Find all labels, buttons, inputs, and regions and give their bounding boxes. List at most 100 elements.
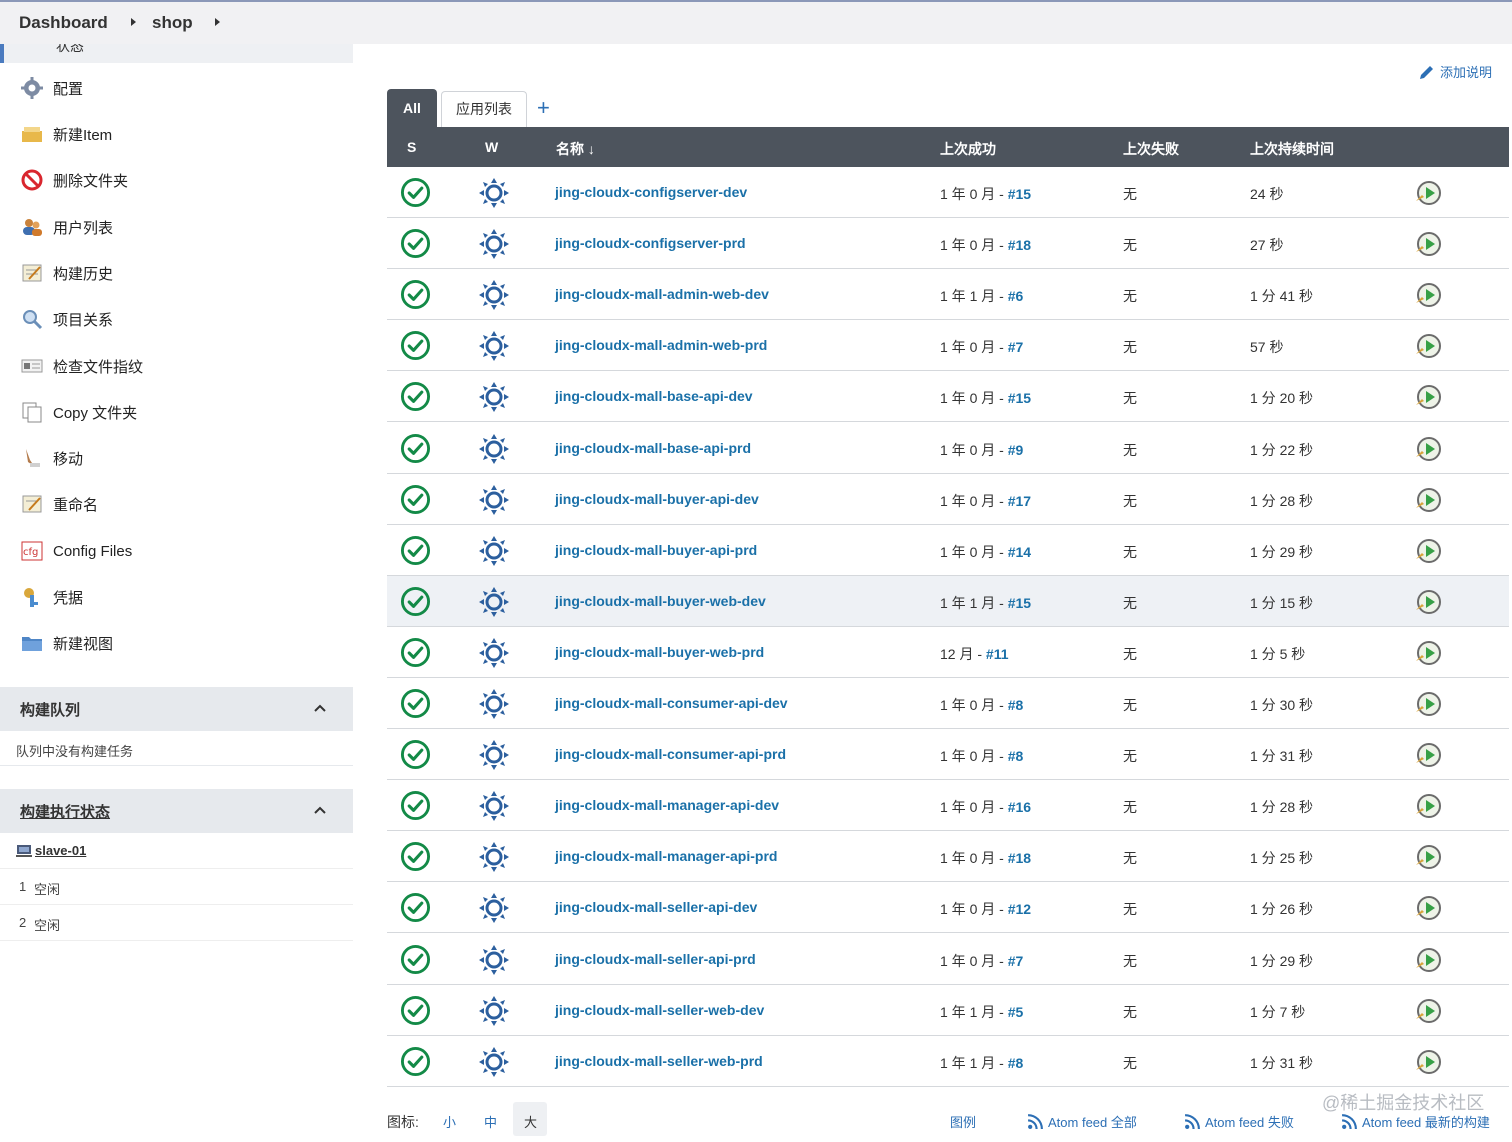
success-status-icon[interactable] bbox=[400, 177, 431, 208]
tab-app-list[interactable]: 应用列表 bbox=[441, 91, 527, 127]
success-status-icon[interactable] bbox=[400, 892, 431, 923]
icon-size-medium[interactable]: 中 bbox=[484, 1112, 497, 1131]
add-description-link[interactable]: 添加说明 bbox=[1418, 62, 1492, 81]
build-number-link[interactable]: #15 bbox=[1008, 186, 1031, 202]
success-status-icon[interactable] bbox=[400, 739, 431, 770]
schedule-build-icon[interactable] bbox=[1414, 435, 1442, 463]
job-name-link[interactable]: jing-cloudx-mall-buyer-api-dev bbox=[555, 491, 759, 507]
chevron-up-icon[interactable] bbox=[313, 803, 327, 817]
sunny-weather-icon[interactable] bbox=[479, 791, 509, 822]
job-name-link[interactable]: jing-cloudx-mall-admin-web-prd bbox=[555, 337, 767, 353]
job-name-link[interactable]: jing-cloudx-mall-buyer-web-prd bbox=[555, 644, 764, 660]
sunny-weather-icon[interactable] bbox=[479, 178, 509, 208]
success-status-icon[interactable] bbox=[400, 1046, 431, 1077]
sunny-weather-icon[interactable] bbox=[479, 433, 509, 464]
tab-all[interactable]: All bbox=[387, 89, 437, 127]
success-status-icon[interactable] bbox=[400, 841, 431, 872]
schedule-build-icon[interactable] bbox=[1414, 383, 1442, 411]
sidebar-item[interactable]: 新建视图 bbox=[0, 623, 353, 663]
executor-node[interactable]: slave-01 bbox=[0, 833, 353, 869]
build-number-link[interactable]: #15 bbox=[1008, 595, 1031, 611]
success-status-icon[interactable] bbox=[400, 790, 431, 821]
legend-link[interactable]: 图例 bbox=[950, 1112, 976, 1131]
sunny-weather-icon[interactable] bbox=[479, 484, 509, 515]
job-name-link[interactable]: jing-cloudx-mall-base-api-dev bbox=[555, 388, 753, 404]
executors-title[interactable]: 构建执行状态 bbox=[20, 801, 110, 822]
column-last-success[interactable]: 上次成功 bbox=[940, 139, 996, 159]
success-status-icon[interactable] bbox=[400, 330, 431, 361]
column-last-failure[interactable]: 上次失败 bbox=[1123, 139, 1179, 159]
column-last-duration[interactable]: 上次持续时间 bbox=[1250, 139, 1334, 159]
sunny-weather-icon[interactable] bbox=[479, 893, 509, 924]
sunny-weather-icon[interactable] bbox=[479, 637, 509, 668]
success-status-icon[interactable] bbox=[400, 228, 431, 259]
job-name-link[interactable]: jing-cloudx-mall-consumer-api-prd bbox=[555, 746, 786, 762]
sunny-weather-icon[interactable] bbox=[479, 740, 509, 771]
schedule-build-icon[interactable] bbox=[1414, 281, 1442, 309]
job-name-link[interactable]: jing-cloudx-mall-manager-api-prd bbox=[555, 848, 777, 864]
schedule-build-icon[interactable] bbox=[1414, 639, 1442, 667]
job-name-link[interactable]: jing-cloudx-mall-seller-web-prd bbox=[555, 1053, 763, 1069]
sunny-weather-icon[interactable] bbox=[479, 944, 509, 975]
job-name-link[interactable]: jing-cloudx-mall-consumer-api-dev bbox=[555, 695, 788, 711]
build-number-link[interactable]: #16 bbox=[1008, 799, 1031, 815]
sidebar-item[interactable]: cfg Config Files bbox=[0, 531, 353, 571]
build-number-link[interactable]: #5 bbox=[1008, 1004, 1024, 1020]
job-name-link[interactable]: jing-cloudx-mall-admin-web-dev bbox=[555, 286, 769, 302]
schedule-build-icon[interactable] bbox=[1414, 690, 1442, 718]
job-name-link[interactable]: jing-cloudx-mall-manager-api-dev bbox=[555, 797, 779, 813]
job-name-link[interactable]: jing-cloudx-mall-seller-api-dev bbox=[555, 899, 757, 915]
sidebar-item[interactable]: 重命名 bbox=[0, 484, 353, 524]
sunny-weather-icon[interactable] bbox=[479, 995, 509, 1026]
build-number-link[interactable]: #6 bbox=[1008, 288, 1024, 304]
success-status-icon[interactable] bbox=[400, 535, 431, 566]
success-status-icon[interactable] bbox=[400, 586, 431, 617]
success-status-icon[interactable] bbox=[400, 688, 431, 719]
sunny-weather-icon[interactable] bbox=[479, 586, 509, 617]
atom-feed-fail-link[interactable]: Atom feed 失败 bbox=[1184, 1112, 1294, 1131]
schedule-build-icon[interactable] bbox=[1414, 741, 1442, 769]
sidebar-item[interactable]: 凭据 bbox=[0, 577, 353, 617]
schedule-build-icon[interactable] bbox=[1414, 486, 1442, 514]
success-status-icon[interactable] bbox=[400, 484, 431, 515]
sunny-weather-icon[interactable] bbox=[479, 331, 509, 362]
sidebar-item[interactable]: 移动 bbox=[0, 438, 353, 478]
sunny-weather-icon[interactable] bbox=[479, 535, 509, 566]
success-status-icon[interactable] bbox=[400, 381, 431, 412]
build-number-link[interactable]: #15 bbox=[1008, 390, 1031, 406]
add-tab-button[interactable]: + bbox=[537, 96, 550, 120]
sidebar-item[interactable]: 项目关系 bbox=[0, 299, 353, 339]
build-number-link[interactable]: #9 bbox=[1008, 442, 1024, 458]
build-number-link[interactable]: #8 bbox=[1008, 748, 1024, 764]
build-queue-header[interactable]: 构建队列 bbox=[0, 687, 353, 731]
executors-header[interactable]: 构建执行状态 bbox=[0, 789, 353, 833]
build-number-link[interactable]: #17 bbox=[1008, 493, 1031, 509]
success-status-icon[interactable] bbox=[400, 637, 431, 668]
schedule-build-icon[interactable] bbox=[1414, 997, 1442, 1025]
build-number-link[interactable]: #8 bbox=[1008, 1055, 1024, 1071]
breadcrumb-separator-icon[interactable] bbox=[131, 18, 136, 26]
schedule-build-icon[interactable] bbox=[1414, 537, 1442, 565]
sunny-weather-icon[interactable] bbox=[479, 689, 509, 719]
breadcrumb-shop[interactable]: shop bbox=[152, 13, 193, 33]
sunny-weather-icon[interactable] bbox=[479, 280, 509, 311]
column-name[interactable]: 名称 ↓ bbox=[556, 139, 595, 159]
job-name-link[interactable]: jing-cloudx-mall-seller-web-dev bbox=[555, 1002, 764, 1018]
schedule-build-icon[interactable] bbox=[1414, 332, 1442, 360]
build-number-link[interactable]: #8 bbox=[1008, 697, 1024, 713]
schedule-build-icon[interactable] bbox=[1414, 230, 1442, 258]
sidebar-item[interactable]: 配置 bbox=[0, 68, 353, 108]
chevron-up-icon[interactable] bbox=[313, 701, 327, 715]
icon-size-large[interactable]: 大 bbox=[524, 1112, 537, 1131]
success-status-icon[interactable] bbox=[400, 995, 431, 1026]
job-name-link[interactable]: jing-cloudx-configserver-prd bbox=[555, 235, 746, 251]
schedule-build-icon[interactable] bbox=[1414, 946, 1442, 974]
build-number-link[interactable]: #12 bbox=[1008, 901, 1031, 917]
success-status-icon[interactable] bbox=[400, 433, 431, 464]
build-number-link[interactable]: #14 bbox=[1008, 544, 1031, 560]
breadcrumb-separator-icon[interactable] bbox=[215, 18, 220, 26]
job-name-link[interactable]: jing-cloudx-mall-buyer-api-prd bbox=[555, 542, 757, 558]
build-number-link[interactable]: #7 bbox=[1008, 339, 1024, 355]
icon-size-small[interactable]: 小 bbox=[443, 1112, 456, 1131]
sunny-weather-icon[interactable] bbox=[479, 382, 509, 413]
